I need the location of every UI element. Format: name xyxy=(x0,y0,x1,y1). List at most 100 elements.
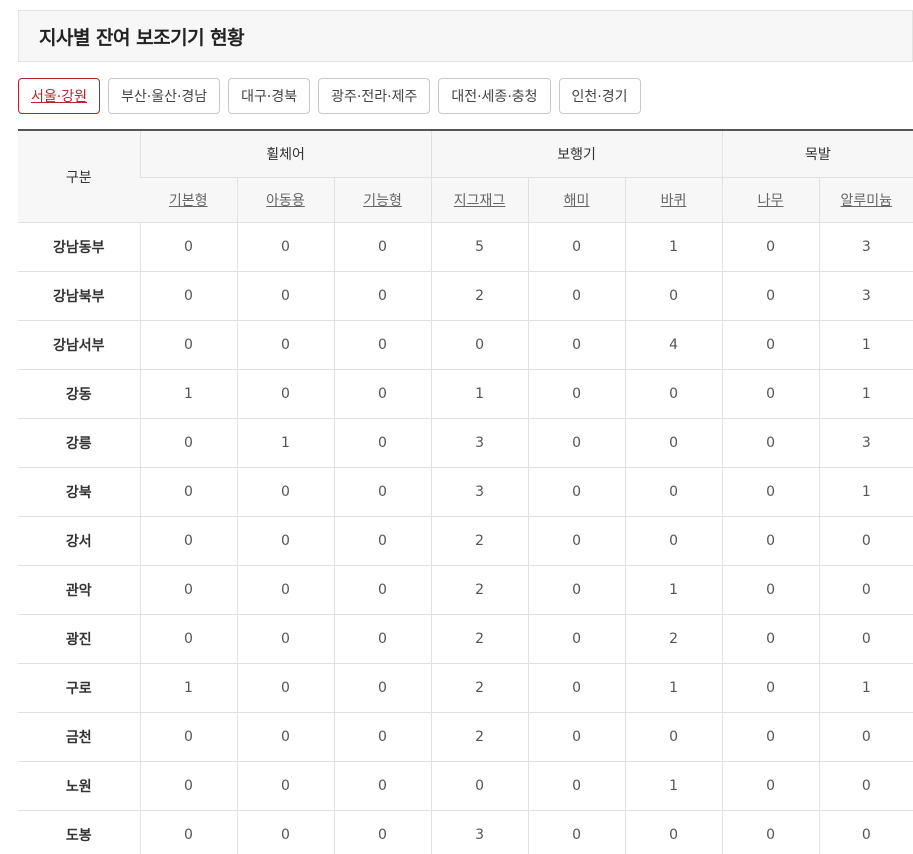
group-header: 휠체어 xyxy=(139,130,432,178)
table-cell: 0 xyxy=(139,320,237,370)
table-cell: 0 xyxy=(721,222,820,272)
column-header-link[interactable]: 바퀴 xyxy=(661,193,687,209)
table-cell: 0 xyxy=(721,320,820,370)
table-cell: 0 xyxy=(818,712,913,762)
table-cell: 0 xyxy=(818,761,913,811)
table-cell: 1 xyxy=(139,663,237,713)
table-cell: 1 xyxy=(430,369,529,419)
table-cell: 2 xyxy=(430,565,529,615)
table-cell: 0 xyxy=(236,614,334,664)
tab-region-2[interactable]: 대구·경북 xyxy=(228,78,311,114)
table-row: 강남동부 0 0 0 5 0 1 0 3 xyxy=(18,222,913,272)
table-cell: 0 xyxy=(333,516,432,566)
table-cell: 0 xyxy=(236,222,334,272)
column-header: 기능형 xyxy=(333,177,432,223)
table-cell: 0 xyxy=(527,712,626,762)
table-cell: 0 xyxy=(721,663,820,713)
table-cell: 1 xyxy=(624,663,723,713)
table-cell: 0 xyxy=(333,271,432,321)
column-header: 나무 xyxy=(721,177,820,223)
column-header-link[interactable]: 나무 xyxy=(758,193,784,209)
table-row: 관악 0 0 0 2 0 1 0 0 xyxy=(18,565,913,615)
table-cell: 0 xyxy=(139,271,237,321)
table-cell: 1 xyxy=(818,320,913,370)
table-cell: 0 xyxy=(236,320,334,370)
table-cell: 3 xyxy=(818,222,913,272)
table-cell: 1 xyxy=(818,663,913,713)
table-cell: 0 xyxy=(721,565,820,615)
inventory-table: 구분 휠체어 보행기 목발 기본형 아동용 기능형 지그재그 해미 바퀴 나무 알루미늄 강남동부… xyxy=(18,129,913,854)
table-cell: 0 xyxy=(721,810,820,854)
tab-region-1[interactable]: 부산·울산·경남 xyxy=(107,78,221,114)
table-cell: 0 xyxy=(333,320,432,370)
row-header-branch: 강남동부 xyxy=(18,222,140,272)
tab-region-3[interactable]: 광주·전라·제주 xyxy=(318,78,431,114)
table-cell: 0 xyxy=(430,320,529,370)
table-row: 구로 1 0 0 2 0 1 0 1 xyxy=(18,663,913,713)
table-cell: 0 xyxy=(624,271,723,321)
table-cell: 4 xyxy=(624,320,723,370)
table-cell: 0 xyxy=(333,467,432,517)
table-cell: 2 xyxy=(430,614,529,664)
table-cell: 0 xyxy=(236,663,334,713)
table-cell: 1 xyxy=(624,222,723,272)
column-header-link[interactable]: 알루미늄 xyxy=(841,193,893,209)
table-cell: 0 xyxy=(624,467,723,517)
table-cell: 2 xyxy=(624,614,723,664)
table-cell: 0 xyxy=(236,565,334,615)
column-header-link[interactable]: 아동용 xyxy=(266,193,305,209)
table-cell: 0 xyxy=(818,565,913,615)
table-cell: 0 xyxy=(527,810,626,854)
table-cell: 3 xyxy=(818,271,913,321)
table-cell: 0 xyxy=(818,810,913,854)
table-cell: 1 xyxy=(139,369,237,419)
table-cell: 0 xyxy=(527,271,626,321)
row-header-branch: 관악 xyxy=(18,565,140,615)
table-cell: 3 xyxy=(430,418,529,468)
table-cell: 0 xyxy=(139,761,237,811)
region-tabs: 서울·강원 부산·울산·경남 대구·경북 광주·전라·제주 대전·세종·충청 인천·경기 xyxy=(18,78,641,114)
column-header-link[interactable]: 해미 xyxy=(564,193,590,209)
row-header-branch: 강남북부 xyxy=(18,271,140,321)
tab-region-5[interactable]: 인천·경기 xyxy=(558,78,641,114)
table-cell: 0 xyxy=(333,614,432,664)
table-cell: 0 xyxy=(624,418,723,468)
column-header-link[interactable]: 기본형 xyxy=(169,193,208,209)
column-header: 아동용 xyxy=(236,177,334,223)
table-cell: 0 xyxy=(139,810,237,854)
table-cell: 5 xyxy=(430,222,529,272)
column-header: 바퀴 xyxy=(624,177,723,223)
corner-header: 구분 xyxy=(18,130,140,223)
column-header: 해미 xyxy=(527,177,626,223)
table-cell: 2 xyxy=(430,271,529,321)
table-cell: 0 xyxy=(236,369,334,419)
table-cell: 1 xyxy=(624,565,723,615)
column-header: 지그재그 xyxy=(430,177,529,223)
table-cell: 0 xyxy=(527,565,626,615)
table-cell: 0 xyxy=(333,663,432,713)
column-header: 알루미늄 xyxy=(818,177,913,223)
tab-region-0[interactable]: 서울·강원 xyxy=(18,78,100,114)
table-cell: 3 xyxy=(818,418,913,468)
table-cell: 0 xyxy=(430,761,529,811)
table-row: 광진 0 0 0 2 0 2 0 0 xyxy=(18,614,913,664)
table-cell: 0 xyxy=(139,467,237,517)
row-header-branch: 도봉 xyxy=(18,810,140,854)
table-cell: 0 xyxy=(236,712,334,762)
group-header-row: 구분 휠체어 보행기 목발 xyxy=(18,130,913,223)
table-cell: 0 xyxy=(527,418,626,468)
table-cell: 0 xyxy=(333,565,432,615)
table-cell: 2 xyxy=(430,712,529,762)
row-header-branch: 구로 xyxy=(18,663,140,713)
tab-region-4[interactable]: 대전·세종·충청 xyxy=(438,78,551,114)
table-cell: 0 xyxy=(236,271,334,321)
column-header-link[interactable]: 지그재그 xyxy=(454,193,506,209)
column-header-link[interactable]: 기능형 xyxy=(363,193,402,209)
column-header-row: 기본형 아동용 기능형 지그재그 해미 바퀴 나무 알루미늄 xyxy=(18,177,913,223)
table-cell: 0 xyxy=(721,516,820,566)
table-cell: 0 xyxy=(333,712,432,762)
table-cell: 0 xyxy=(139,222,237,272)
table-cell: 0 xyxy=(527,761,626,811)
table-cell: 0 xyxy=(236,761,334,811)
table-cell: 0 xyxy=(721,271,820,321)
